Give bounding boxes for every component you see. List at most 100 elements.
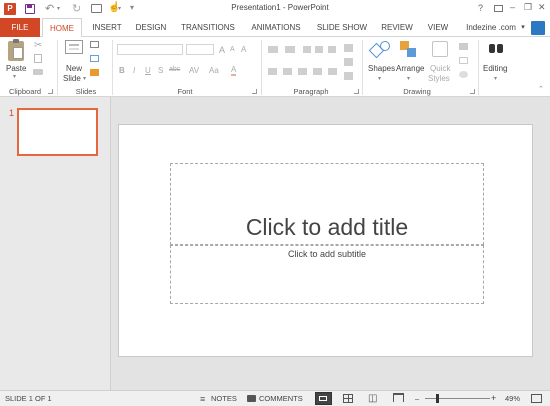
close-button[interactable]: ✕ xyxy=(538,2,546,13)
smartart-icon[interactable] xyxy=(344,72,353,80)
account-chevron-icon[interactable]: ▾ xyxy=(519,18,527,37)
font-size-select[interactable] xyxy=(186,44,214,55)
account-name[interactable]: Indezine .com xyxy=(462,18,520,37)
reading-view-icon[interactable]: ◫ xyxy=(368,393,377,404)
customize-qat-icon[interactable]: ▾ xyxy=(130,3,134,12)
tab-review[interactable]: REVIEW xyxy=(377,18,417,37)
start-show-icon[interactable] xyxy=(91,4,102,13)
minimize-button[interactable]: – xyxy=(510,2,515,12)
new-slide-button[interactable]: New xyxy=(66,64,82,73)
touch-mode-dropdown-icon[interactable]: ▾ xyxy=(118,5,121,12)
save-icon[interactable] xyxy=(25,4,35,14)
shadow-button[interactable]: S xyxy=(158,66,163,75)
clear-formatting-button[interactable]: A xyxy=(241,45,246,54)
zoom-in-button[interactable]: + xyxy=(491,391,496,406)
new-slide-icon[interactable] xyxy=(65,40,83,54)
editing-dropdown-icon[interactable]: ▾ xyxy=(494,75,497,82)
tab-slide-show[interactable]: SLIDE SHOW xyxy=(313,18,371,37)
paste-dropdown-icon[interactable]: ▾ xyxy=(13,73,16,80)
editing-button[interactable]: Editing xyxy=(483,64,507,73)
find-icon[interactable] xyxy=(488,41,504,55)
undo-icon[interactable]: ↶ xyxy=(45,2,54,15)
undo-dropdown-icon[interactable]: ▾ xyxy=(57,5,60,12)
thumbnail-pane[interactable]: 1 xyxy=(0,97,111,390)
restore-button[interactable]: ❐ xyxy=(524,2,532,13)
tab-insert[interactable]: INSERT xyxy=(87,18,127,37)
line-spacing-icon[interactable] xyxy=(328,46,336,53)
slide-counter[interactable]: SLIDE 1 OF 1 xyxy=(5,391,52,406)
new-slide-dropdown-icon[interactable]: ▾ xyxy=(83,75,86,82)
slideshow-view-icon[interactable] xyxy=(393,393,404,402)
help-button[interactable]: ? xyxy=(478,3,483,13)
tab-animations[interactable]: ANIMATIONS xyxy=(246,18,306,37)
collapse-ribbon-icon[interactable]: ⌃ xyxy=(538,85,544,93)
paste-icon[interactable] xyxy=(8,39,24,61)
quick-styles-button[interactable]: Quick xyxy=(430,64,450,73)
comments-icon[interactable] xyxy=(247,395,256,402)
paragraph-launcher-icon[interactable] xyxy=(354,89,359,94)
font-color-button[interactable]: A xyxy=(231,65,237,76)
character-spacing-button[interactable]: AV xyxy=(189,66,199,75)
paste-button[interactable]: Paste xyxy=(6,64,26,73)
tab-transitions[interactable]: TRANSITIONS xyxy=(178,18,238,37)
subtitle-placeholder[interactable]: Click to add subtitle xyxy=(170,245,484,304)
drawing-launcher-icon[interactable] xyxy=(470,89,475,94)
increase-indent-icon[interactable] xyxy=(315,46,323,53)
clipboard-launcher-icon[interactable] xyxy=(48,89,53,94)
format-painter-icon[interactable] xyxy=(33,69,43,75)
text-direction-icon[interactable] xyxy=(344,44,353,52)
bullets-icon[interactable] xyxy=(268,46,278,53)
arrange-dropdown-icon[interactable]: ▾ xyxy=(407,75,410,82)
slide-canvas[interactable]: Click to add title Click to add subtitle xyxy=(118,124,533,357)
quick-styles-button-line2[interactable]: Styles xyxy=(428,74,450,83)
slide-thumbnail[interactable] xyxy=(17,108,98,156)
title-placeholder[interactable]: Click to add title xyxy=(170,163,484,245)
tab-home[interactable]: HOME xyxy=(42,18,82,38)
fit-window-icon[interactable] xyxy=(531,394,542,403)
align-right-icon[interactable] xyxy=(298,68,307,75)
font-name-select[interactable] xyxy=(117,44,183,55)
zoom-slider-thumb[interactable] xyxy=(436,394,439,403)
avatar[interactable] xyxy=(531,21,545,35)
tab-design[interactable]: DESIGN xyxy=(131,18,171,37)
notes-icon[interactable]: ≡ xyxy=(200,394,205,404)
layout-icon[interactable] xyxy=(90,41,99,48)
shapes-dropdown-icon[interactable]: ▾ xyxy=(378,75,381,82)
normal-view-icon[interactable] xyxy=(315,392,332,405)
cut-icon[interactable]: ✂ xyxy=(34,40,42,51)
tab-view[interactable]: VIEW xyxy=(422,18,454,37)
change-case-button[interactable]: Aa xyxy=(209,66,219,75)
reset-icon[interactable] xyxy=(90,55,99,62)
columns-icon[interactable] xyxy=(328,68,337,75)
powerpoint-logo-icon[interactable]: P xyxy=(4,3,16,15)
align-text-icon[interactable] xyxy=(344,58,353,66)
shape-fill-icon[interactable] xyxy=(459,43,468,50)
font-launcher-icon[interactable] xyxy=(252,89,257,94)
shape-effects-icon[interactable] xyxy=(459,71,468,78)
italic-button[interactable]: I xyxy=(133,66,135,75)
align-center-icon[interactable] xyxy=(283,68,292,75)
arrange-icon[interactable] xyxy=(400,41,418,59)
numbering-icon[interactable] xyxy=(285,46,295,53)
strikethrough-button[interactable]: abc xyxy=(169,66,180,73)
bold-button[interactable]: B xyxy=(119,66,125,75)
quick-styles-icon[interactable] xyxy=(432,41,448,57)
new-slide-button-line2[interactable]: Slide xyxy=(63,74,81,83)
shapes-button[interactable]: Shapes xyxy=(368,64,395,73)
shape-outline-icon[interactable] xyxy=(459,57,468,64)
tab-file[interactable]: FILE xyxy=(0,18,40,37)
notes-button[interactable]: NOTES xyxy=(211,391,237,406)
decrease-indent-icon[interactable] xyxy=(303,46,311,53)
underline-button[interactable]: U xyxy=(145,66,151,75)
copy-icon[interactable] xyxy=(34,54,42,63)
comments-button[interactable]: COMMENTS xyxy=(259,391,303,406)
zoom-track[interactable] xyxy=(425,398,490,399)
section-icon[interactable] xyxy=(90,69,99,76)
redo-icon[interactable]: ↻ xyxy=(72,2,81,15)
shapes-icon[interactable] xyxy=(368,41,391,59)
zoom-level[interactable]: 49% xyxy=(505,391,520,406)
ribbon-display-icon[interactable] xyxy=(494,5,503,12)
grow-font-button[interactable]: A xyxy=(219,45,225,55)
arrange-button[interactable]: Arrange xyxy=(396,64,424,73)
shrink-font-button[interactable]: A xyxy=(230,46,235,53)
